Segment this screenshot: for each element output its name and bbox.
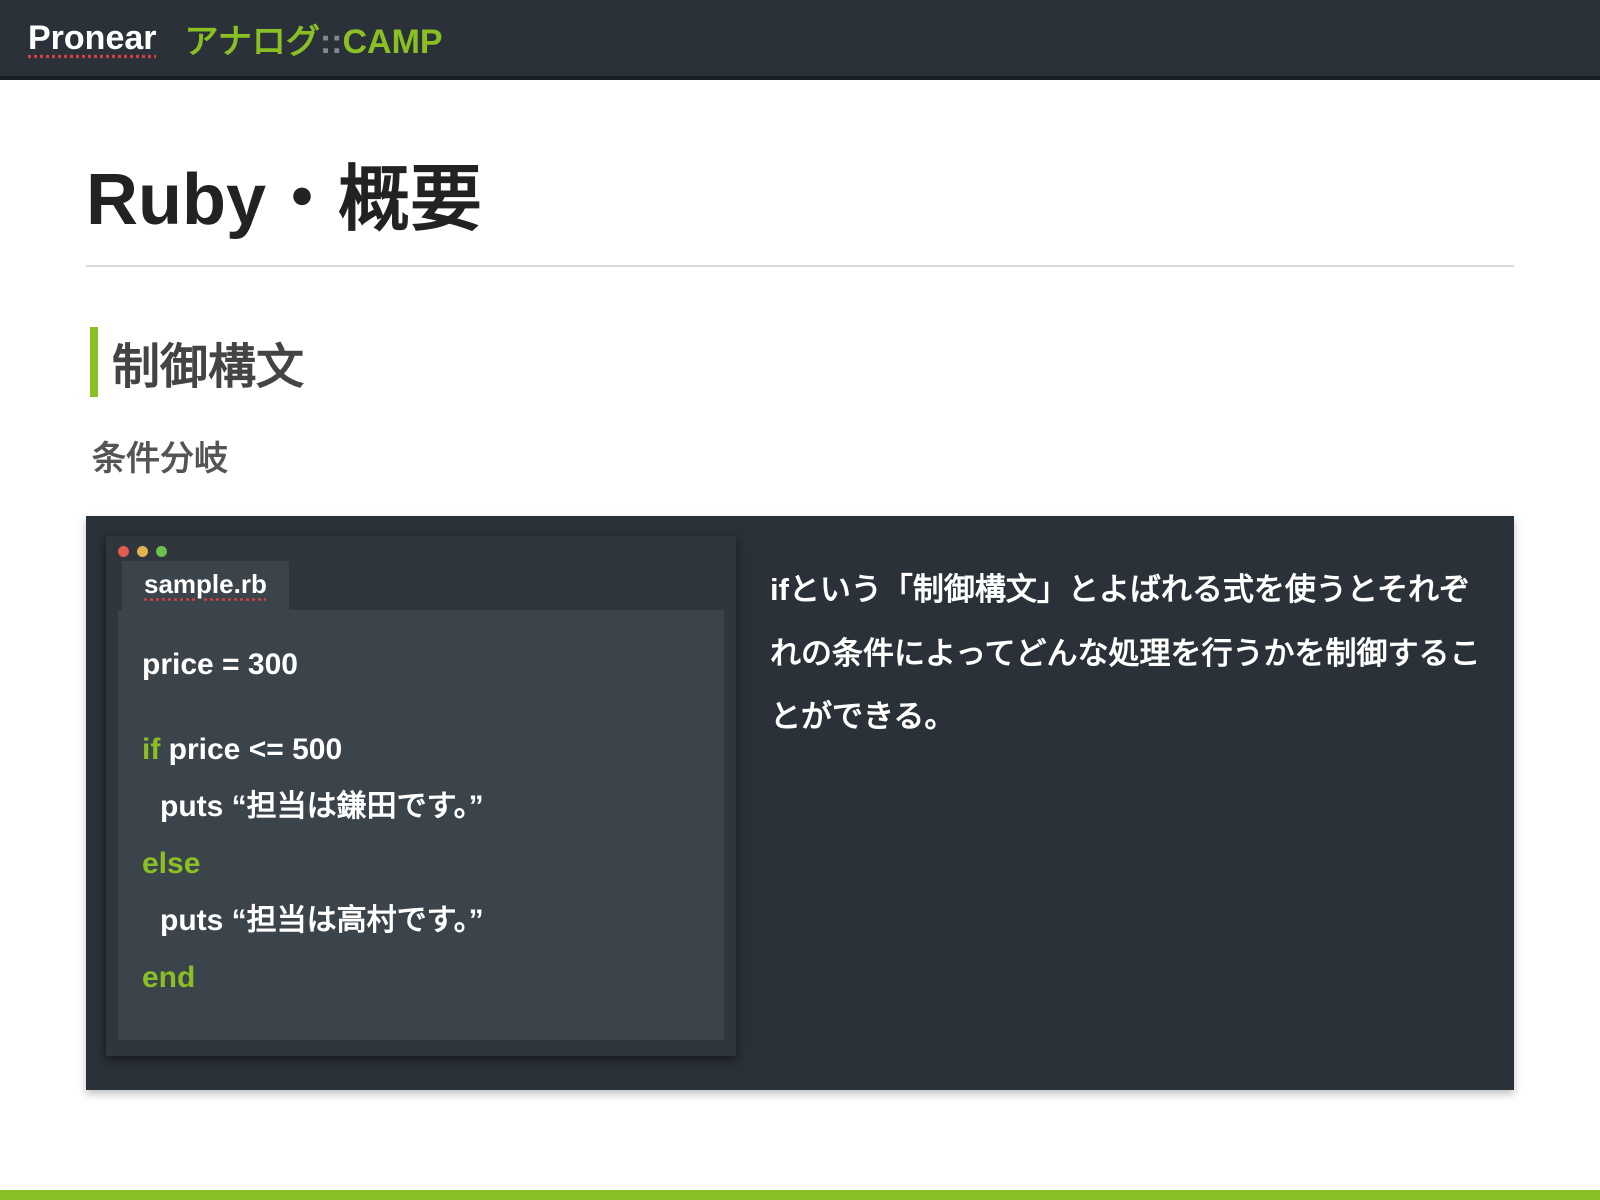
page-title: Ruby・概要 <box>86 140 1514 267</box>
code-keyword: else <box>142 847 200 880</box>
window-zoom-icon <box>156 546 167 557</box>
section-heading: 制御構文 <box>90 327 1514 397</box>
sub-brand-part2: CAMP <box>342 23 442 61</box>
sub-brand: アナログ::CAMP <box>185 14 443 63</box>
code-editor-window: sample.rb price = 300 if price <= 500 pu… <box>106 536 736 1056</box>
code-line: end <box>142 949 700 1006</box>
code-token: = 300 <box>222 648 298 681</box>
code-line: else <box>142 835 700 892</box>
window-controls <box>106 536 736 561</box>
code-blank-line <box>142 693 700 721</box>
sub-brand-part1: アナログ <box>185 23 320 61</box>
code-line: puts “担当は高村です。” <box>142 892 700 949</box>
code-line: price = 300 <box>142 636 700 693</box>
code-keyword: if <box>142 733 160 766</box>
code-token: puts “担当は鎌田です。” <box>160 790 484 823</box>
code-token: price <box>142 648 222 681</box>
page-body: Ruby・概要 制御構文 条件分岐 sample.rb price = 300 … <box>0 80 1600 1090</box>
window-close-icon <box>118 546 129 557</box>
code-keyword: end <box>142 961 195 994</box>
top-bar: Pronear アナログ::CAMP <box>0 0 1600 80</box>
code-line: if price <= 500 <box>142 721 700 778</box>
code-area: price = 300 if price <= 500 puts “担当は鎌田で… <box>118 610 724 1040</box>
subsection-heading: 条件分岐 <box>92 431 1514 480</box>
code-token: puts “担当は高村です。” <box>160 904 484 937</box>
brand-logo: Pronear <box>28 19 157 58</box>
file-tab: sample.rb <box>122 561 289 610</box>
explanation-text: ifという「制御構文」とよばれる式を使うとそれぞれの条件によってどんな処理を行う… <box>770 536 1488 1056</box>
code-token: price <= 500 <box>160 733 342 766</box>
code-line: puts “担当は鎌田です。” <box>142 778 700 835</box>
sub-brand-sep: :: <box>320 23 343 61</box>
window-minimize-icon <box>137 546 148 557</box>
editor-tab-row: sample.rb <box>106 561 736 610</box>
bottom-accent-bar <box>0 1190 1600 1200</box>
content-block: sample.rb price = 300 if price <= 500 pu… <box>86 516 1514 1090</box>
